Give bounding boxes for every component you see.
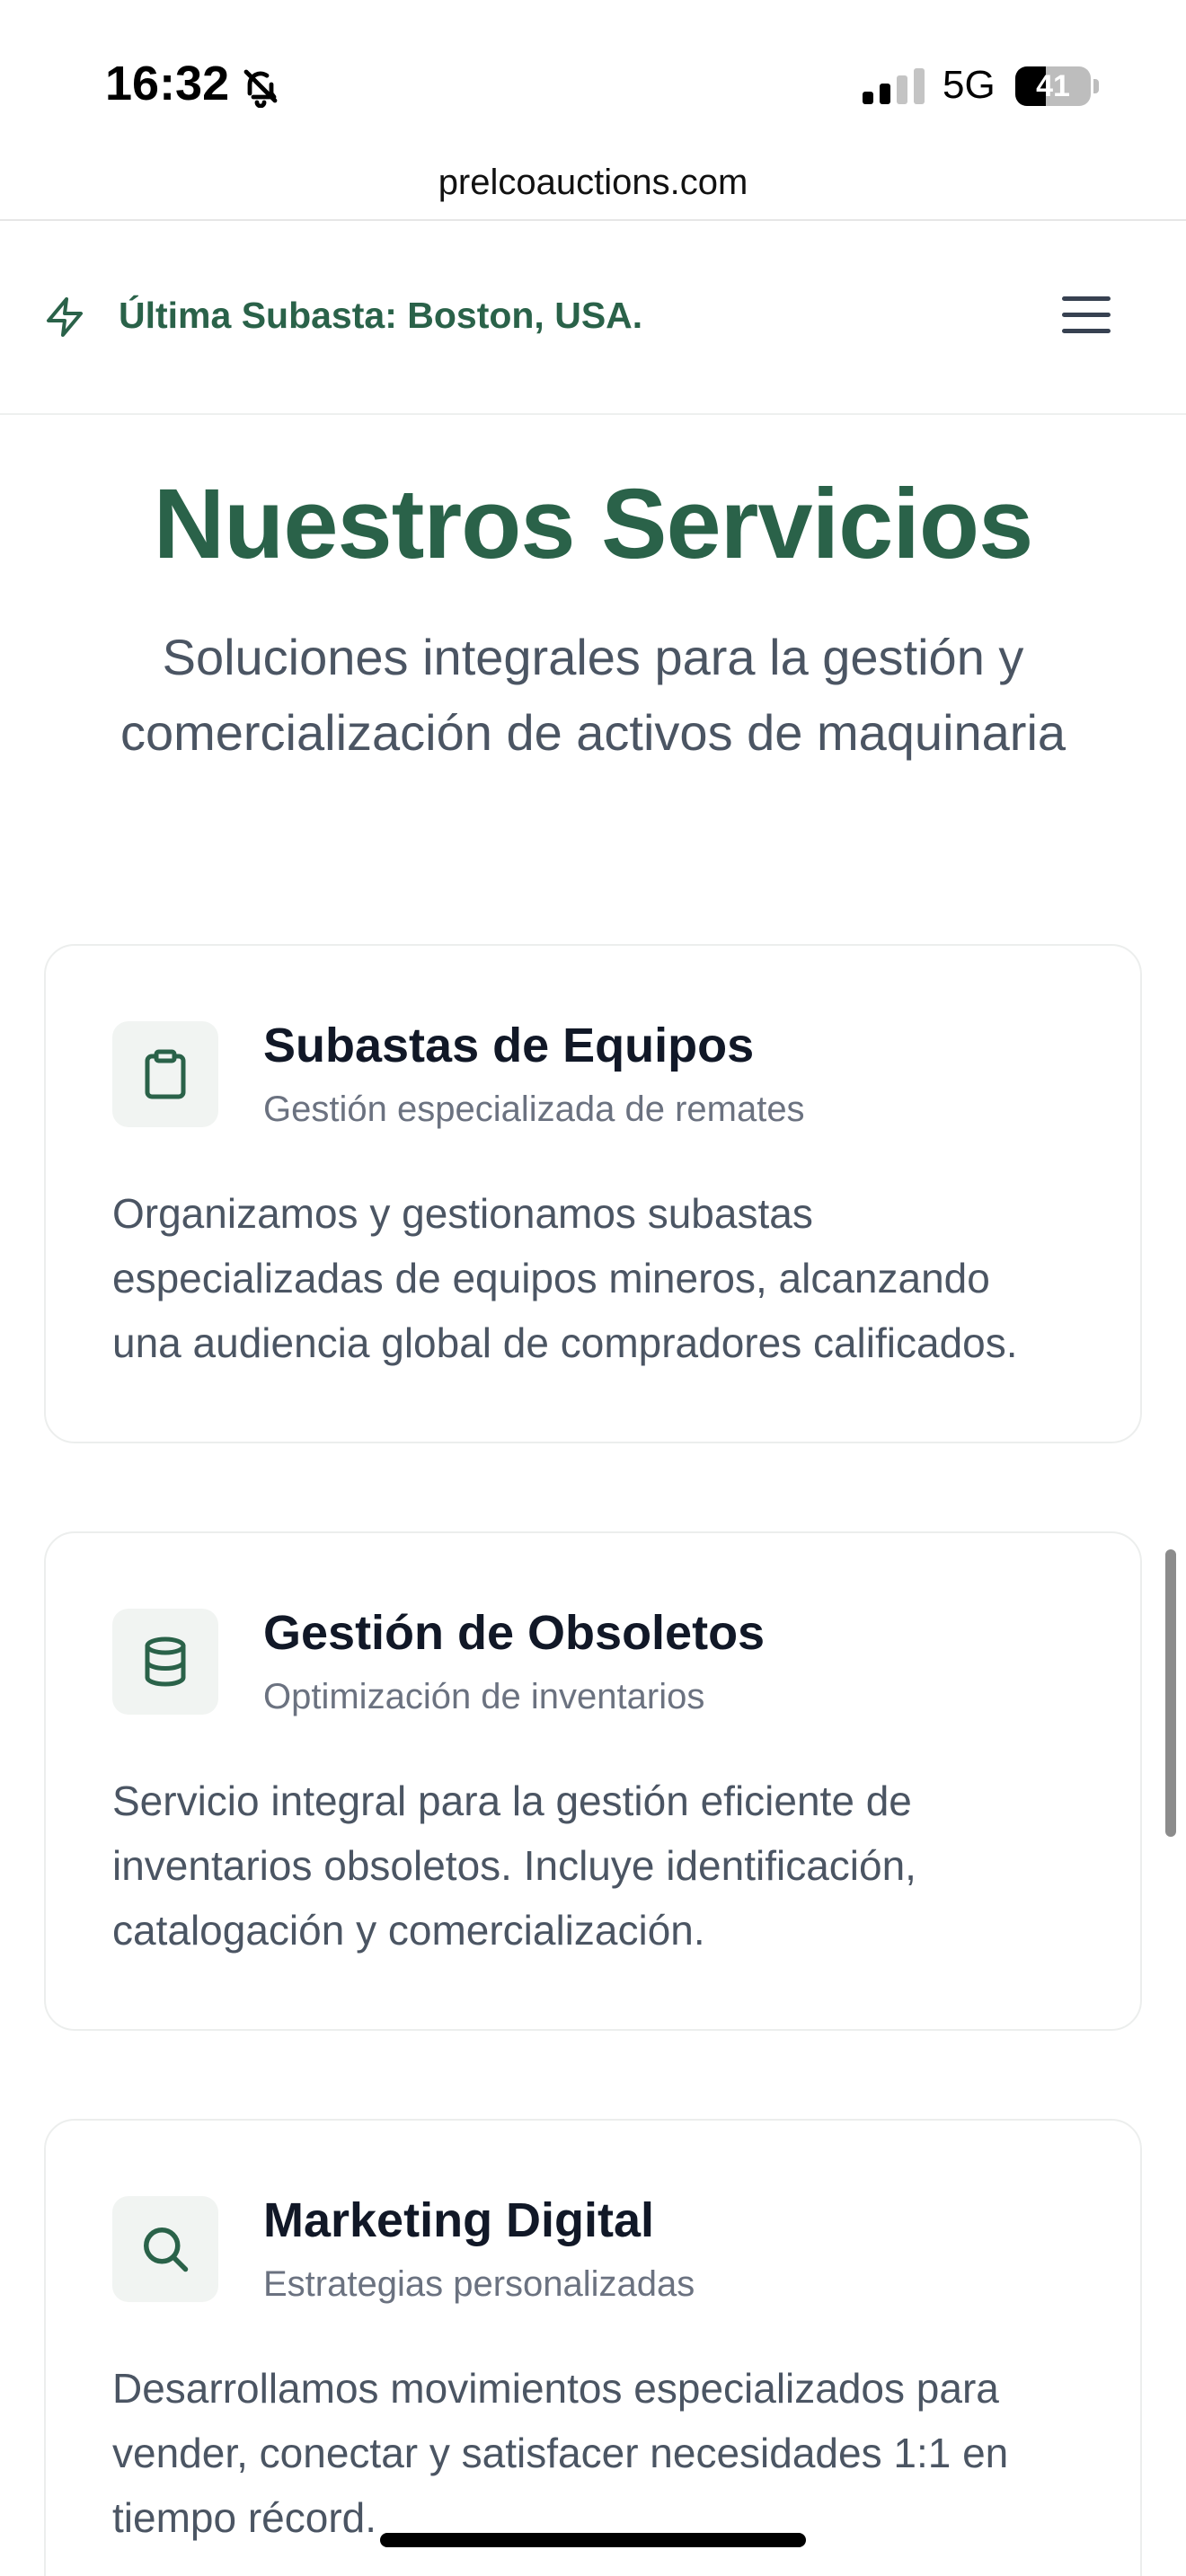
card-description-line: Organizamos y gestionamos subastas (112, 1190, 813, 1237)
home-indicator[interactable] (380, 2533, 806, 2547)
card-subtitle: Optimización de inventarios (263, 1677, 705, 1716)
service-card-subastas[interactable]: Subastas de Equipos Gestión especializad… (44, 944, 1142, 1443)
signal-icon (863, 68, 925, 104)
card-description-line: Desarrollamos movimientos especializados… (112, 2365, 999, 2412)
clipboard-icon (145, 1049, 186, 1099)
card-icon-container (112, 2196, 218, 2302)
status-bar: 16:32 5G 41 (0, 0, 1186, 157)
battery-icon: 41 (1015, 66, 1099, 106)
card-icon-container (112, 1609, 218, 1715)
card-description-line: especializadas de equipos mineros, alcan… (112, 1255, 990, 1301)
network-type: 5G (943, 63, 996, 107)
search-icon (144, 2228, 189, 2272)
card-description-line: catalogación y comercialización. (112, 1907, 705, 1954)
card-description: Servicio integral para la gestión eficie… (112, 1769, 1110, 1963)
bell-slash-icon (243, 69, 278, 108)
subtitle-line: comercialización de activos de maquinari… (119, 704, 1067, 761)
page-title: Nuestros Servicios (153, 469, 1034, 579)
card-title: Gestión de Obsoletos (263, 1606, 766, 1660)
hamburger-menu-icon (1062, 296, 1111, 301)
service-card-obsoletos[interactable]: Gestión de Obsoletos Optimización de inv… (44, 1531, 1142, 2031)
card-description-line: una audiencia global de compradores cali… (112, 1319, 1018, 1366)
database-icon (145, 1636, 186, 1687)
page-subtitle: Soluciones integrales para la gestión y … (72, 620, 1114, 771)
subtitle-line: Soluciones integrales para la gestión y (162, 629, 1024, 685)
page: 16:32 5G 41 prelcoauctions.com Última Su (0, 0, 1186, 2576)
card-description-line: vender, conectar y satisfacer necesidade… (112, 2430, 1009, 2476)
battery-percent: 41 (1036, 69, 1070, 103)
card-subtitle: Gestión especializada de remates (263, 1090, 805, 1129)
card-description-line: inventarios obsoletos. Incluye identific… (112, 1842, 916, 1889)
card-subtitle: Estrategias personalizadas (263, 2264, 695, 2304)
latest-auction-link[interactable]: Última Subasta: Boston, USA. (119, 295, 642, 337)
card-title: Marketing Digital (263, 2193, 655, 2247)
card-description-line: Servicio integral para la gestión eficie… (112, 1778, 912, 1824)
scrollbar[interactable] (1165, 1549, 1176, 1837)
hamburger-menu-button[interactable] (1060, 293, 1114, 338)
lightning-bolt-icon (47, 297, 83, 337)
card-icon-container (112, 1021, 218, 1127)
card-title: Subastas de Equipos (263, 1019, 755, 1072)
url-bar[interactable]: prelcoauctions.com (0, 157, 1186, 220)
card-description: Organizamos y gestionamos subastas espec… (112, 1181, 1110, 1375)
status-time: 16:32 (105, 57, 230, 110)
service-card-marketing[interactable]: Marketing Digital Estrategias personaliz… (44, 2119, 1142, 2576)
card-description: Desarrollamos movimientos especializados… (112, 2356, 1110, 2550)
